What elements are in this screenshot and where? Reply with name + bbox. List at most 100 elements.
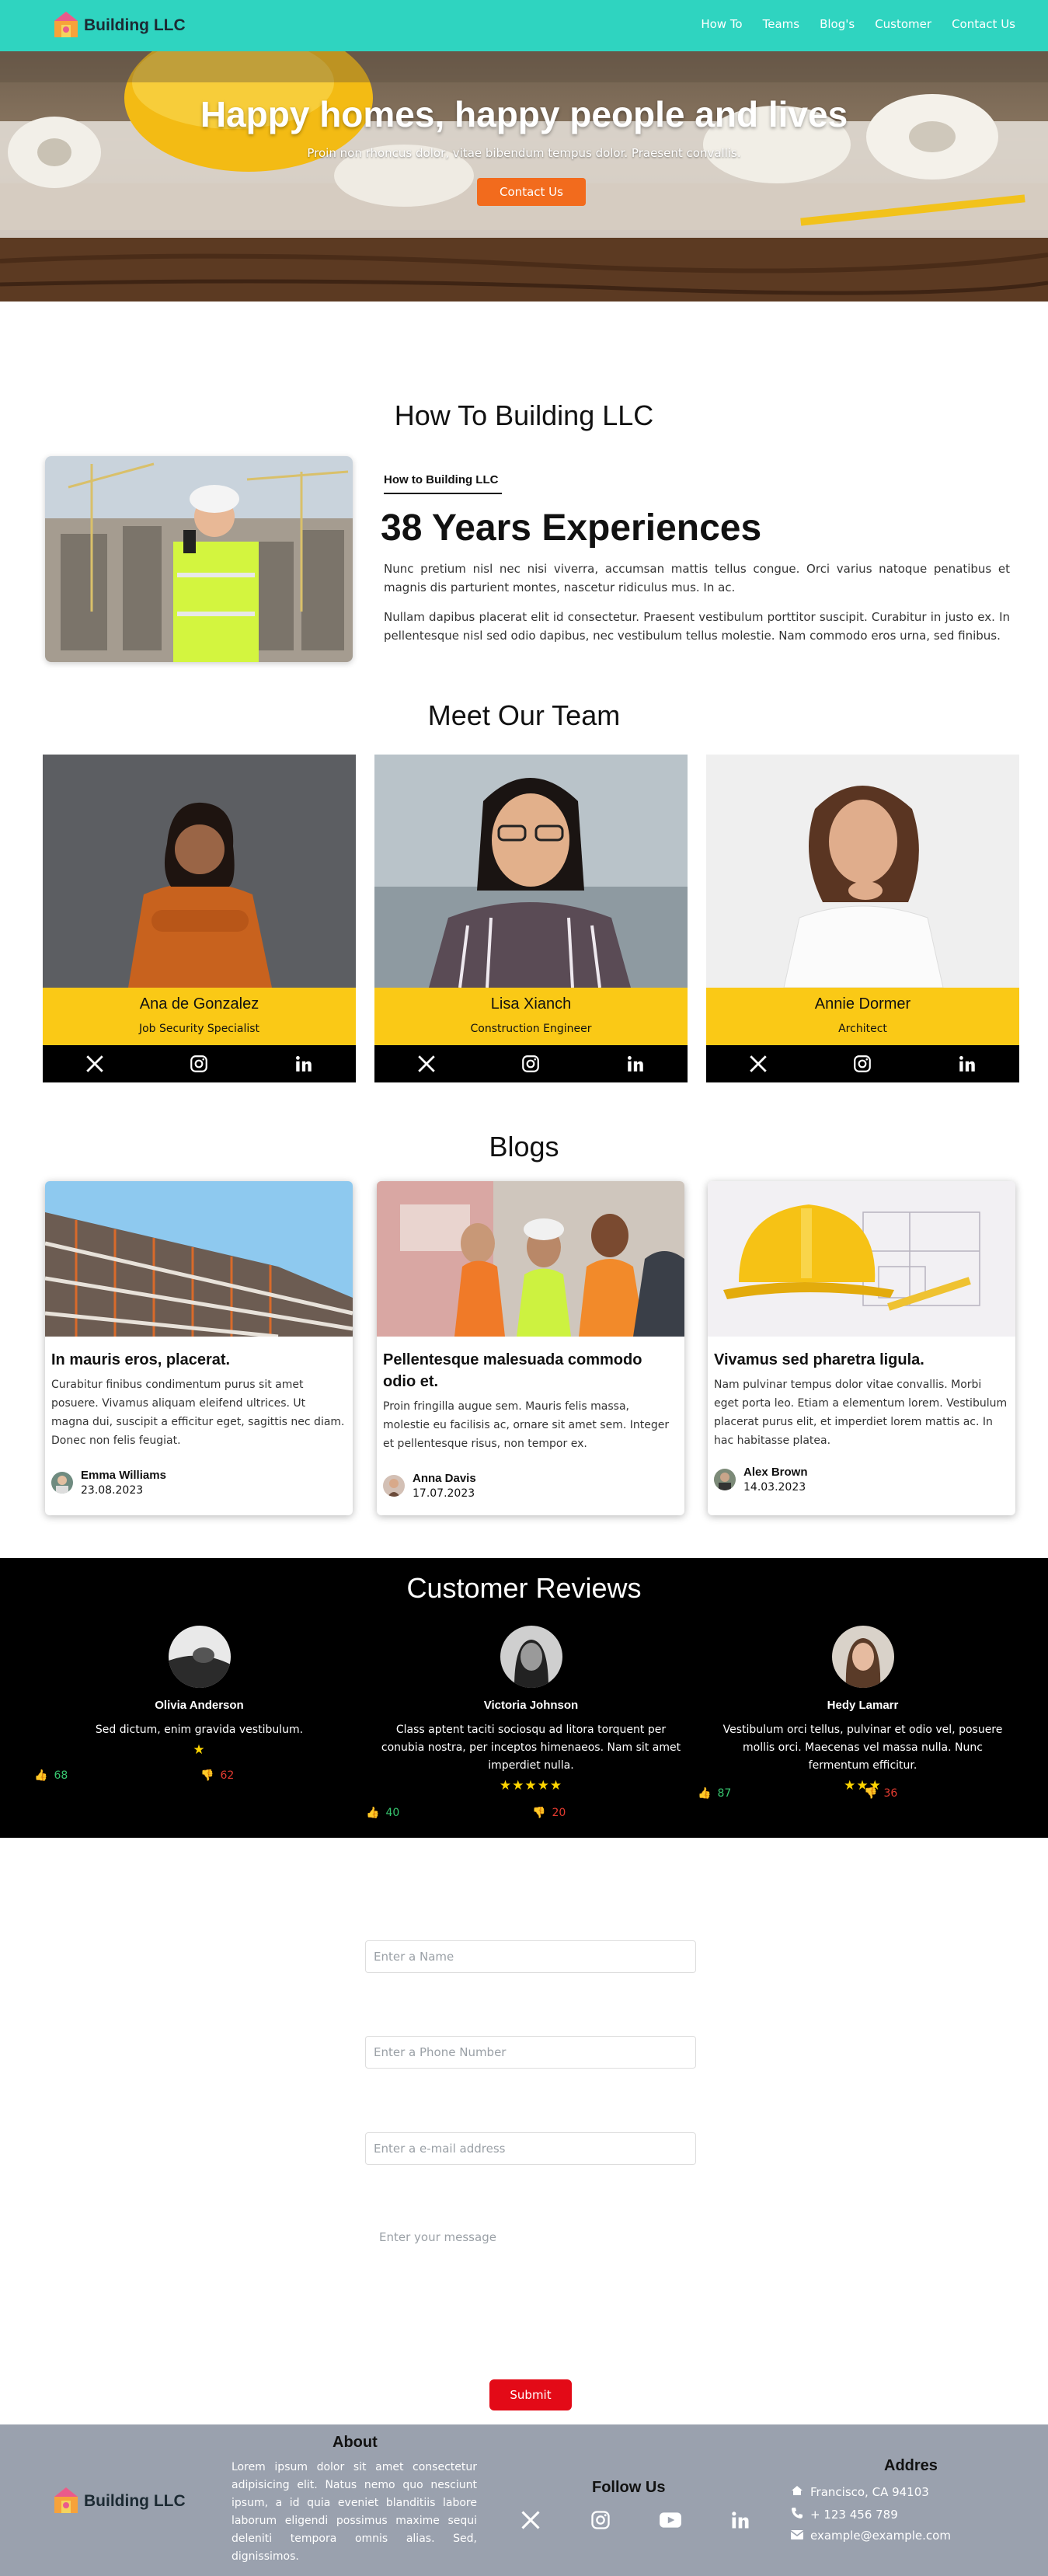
x-icon[interactable] — [519, 2508, 542, 2532]
phone-input[interactable] — [365, 2036, 696, 2069]
howto-kicker: How to Building LLC — [384, 473, 499, 486]
brand-name: Building LLC — [84, 16, 186, 34]
review-text: Vestibulum orci tellus, pulvinar et odio… — [722, 1724, 1003, 1772]
team-member-photo — [43, 755, 356, 988]
hero-subtitle: Proin non rhoncus dolor, vitae bibendum … — [307, 146, 741, 160]
like-counter[interactable]: 👍 40 — [366, 1807, 399, 1819]
post-date: 23.08.2023 — [81, 1484, 144, 1497]
blog-author: Emma Williams 23.08.2023 — [51, 1469, 166, 1497]
team-card: Annie Dormer Architect — [706, 755, 1019, 1082]
linkedin-icon[interactable] — [729, 2508, 752, 2532]
star-rating: ★★★★★ — [499, 1778, 563, 1793]
envelope-icon — [790, 2529, 804, 2543]
address-line: Francisco, CA 94103 — [791, 2485, 929, 2499]
address-title: Addres — [884, 2457, 938, 2474]
star-rating: ★★★ — [844, 1778, 882, 1793]
thumbs-up-icon: 👍 — [366, 1807, 380, 1819]
house-logo-icon — [51, 2485, 81, 2518]
review-text: Sed dictum, enim gravida vestibulum. — [95, 1724, 304, 1736]
blog-title[interactable]: Pellentesque malesuada commodo odio et. — [383, 1349, 678, 1393]
blog-title[interactable]: In mauris eros, placerat. — [51, 1349, 346, 1371]
instagram-icon[interactable] — [851, 1052, 874, 1075]
team-section-title: Meet Our Team — [427, 699, 621, 731]
avatar — [168, 1626, 231, 1688]
linkedin-icon[interactable] — [624, 1052, 647, 1075]
blog-image — [708, 1181, 1015, 1337]
team-member-role: Architect — [838, 1023, 887, 1035]
nav-link-teams[interactable]: Teams — [763, 17, 799, 31]
howto-section-title: How To Building LLC — [394, 399, 654, 431]
post-date: 14.03.2023 — [743, 1481, 806, 1494]
linkedin-icon[interactable] — [292, 1052, 315, 1075]
dislike-count: 20 — [552, 1807, 566, 1819]
blog-image — [45, 1181, 353, 1337]
author-name: Anna Davis — [413, 1472, 476, 1485]
name-input[interactable] — [365, 1940, 696, 1973]
nav-link-customer[interactable]: Customer — [875, 17, 931, 31]
review-card: Victoria Johnson Class aptent taciti soc… — [374, 1626, 688, 1793]
thumbs-up-icon: 👍 — [34, 1769, 48, 1782]
x-icon[interactable] — [83, 1052, 106, 1075]
blog-excerpt: Nam pulvinar tempus dolor vitae convalli… — [714, 1379, 1008, 1447]
thumbs-down-icon: 👎 — [200, 1769, 214, 1782]
footer: Building LLC About Lorem ipsum dolor sit… — [0, 2424, 1048, 2576]
instagram-icon[interactable] — [589, 2508, 612, 2532]
review-card: Olivia Anderson Sed dictum, enim gravida… — [43, 1626, 356, 1758]
message-textarea[interactable] — [365, 2222, 696, 2355]
email-input[interactable] — [365, 2132, 696, 2165]
experience-heading: 38 Years Experiences — [381, 507, 762, 549]
brand-logo[interactable]: Building LLC — [51, 9, 186, 42]
brand-name: Building LLC — [84, 2492, 186, 2510]
engineer-photo — [45, 456, 353, 662]
youtube-icon[interactable] — [659, 2508, 682, 2532]
review-card: Hedy Lamarr Vestibulum orci tellus, pulv… — [706, 1626, 1019, 1793]
blog-title[interactable]: Vivamus sed pharetra ligula. — [714, 1349, 1009, 1371]
dislike-count: 36 — [883, 1787, 898, 1800]
team-member-info: Lisa Xianch Construction Engineer — [374, 988, 688, 1045]
reviewer-name: Olivia Anderson — [155, 1699, 244, 1712]
blog-author: Alex Brown 14.03.2023 — [714, 1466, 808, 1494]
email-line[interactable]: example@example.com — [790, 2529, 951, 2543]
blog-card[interactable]: In mauris eros, placerat. Curabitur fini… — [45, 1181, 353, 1515]
reviewer-name: Victoria Johnson — [483, 1699, 579, 1712]
dislike-counter[interactable]: 👎 20 — [532, 1807, 566, 1819]
team-member-name: Ana de Gonzalez — [139, 995, 259, 1013]
nav-link-how-to[interactable]: How To — [701, 17, 742, 31]
instagram-icon[interactable] — [187, 1052, 211, 1075]
hero-title: Happy homes, happy people and lives — [200, 94, 848, 134]
avatar — [383, 1475, 405, 1497]
post-date: 17.07.2023 — [413, 1487, 475, 1500]
blogs-section-title: Blogs — [489, 1131, 559, 1163]
like-count: 40 — [385, 1807, 400, 1819]
thumbs-down-icon: 👎 — [864, 1787, 878, 1800]
blog-author: Anna Davis 17.07.2023 — [383, 1472, 476, 1500]
linkedin-icon[interactable] — [956, 1052, 979, 1075]
home-icon — [791, 2485, 803, 2499]
hero-background-image — [0, 51, 1048, 302]
reviewer-name: Hedy Lamarr — [827, 1699, 899, 1712]
team-member-info: Ana de Gonzalez Job Security Specialist — [43, 988, 356, 1045]
like-counter[interactable]: 👍 87 — [698, 1787, 731, 1800]
author-name: Emma Williams — [81, 1469, 166, 1482]
team-social-bar — [43, 1045, 356, 1082]
footer-social-links — [519, 2508, 752, 2532]
customer-reviews-section: Customer Reviews Olivia Anderson Sed dic… — [0, 1558, 1048, 1838]
kicker-underline — [384, 493, 502, 494]
dislike-count: 62 — [220, 1769, 235, 1782]
submit-button[interactable]: Submit — [489, 2379, 572, 2410]
nav-link-contact[interactable]: Contact Us — [952, 17, 1015, 31]
like-count: 68 — [54, 1769, 68, 1782]
x-icon[interactable] — [747, 1052, 770, 1075]
dislike-counter[interactable]: 👎 36 — [864, 1787, 897, 1800]
footer-brand-logo[interactable]: Building LLC — [51, 2485, 186, 2518]
like-counter[interactable]: 👍 68 — [34, 1769, 68, 1782]
x-icon[interactable] — [415, 1052, 438, 1075]
nav-link-blogs[interactable]: Blog's — [820, 17, 855, 31]
dislike-counter[interactable]: 👎 62 — [200, 1769, 234, 1782]
blog-card[interactable]: Pellentesque malesuada commodo odio et. … — [377, 1181, 684, 1515]
avatar — [51, 1472, 73, 1494]
blog-card[interactable]: Vivamus sed pharetra ligula. Nam pulvina… — [708, 1181, 1015, 1515]
instagram-icon[interactable] — [519, 1052, 542, 1075]
contact-us-button[interactable]: Contact Us — [477, 178, 586, 206]
blog-excerpt: Curabitur finibus condimentum purus sit … — [51, 1379, 345, 1447]
